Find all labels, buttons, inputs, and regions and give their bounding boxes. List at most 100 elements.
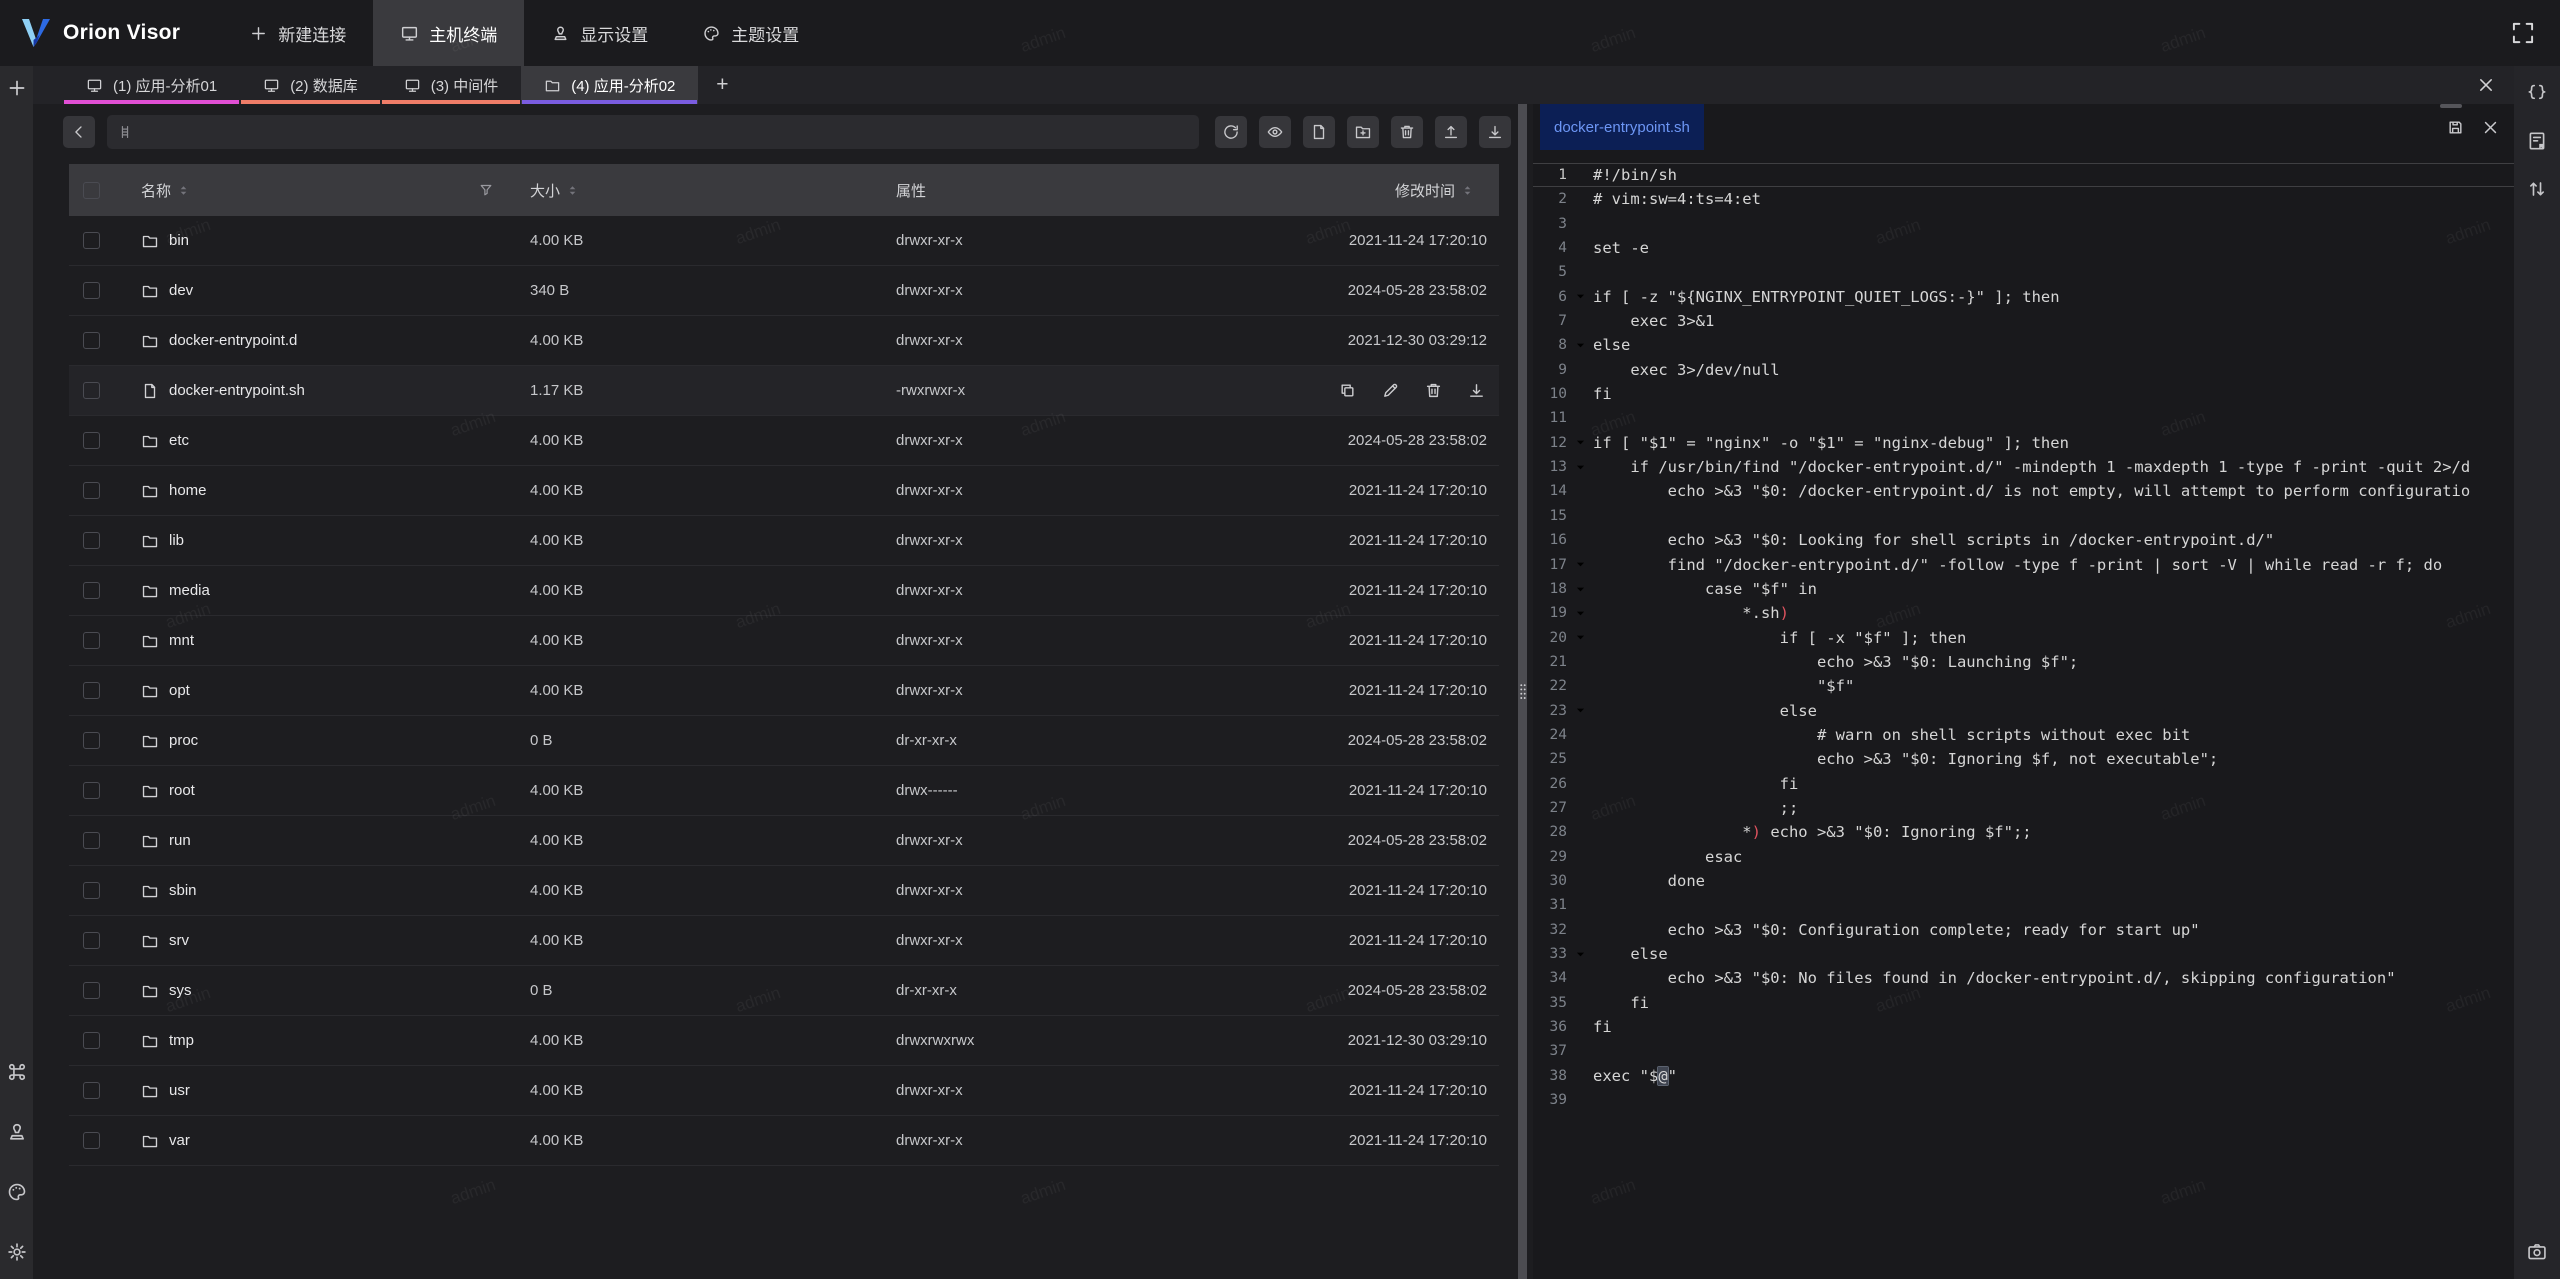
close-icon[interactable] (2481, 118, 2500, 137)
file-row-bin[interactable]: bin4.00 KBdrwxr-xr-x2021-11-24 17:20:10 (69, 216, 1499, 266)
row-checkbox[interactable] (83, 982, 100, 999)
row-checkbox[interactable] (83, 232, 100, 249)
row-checkbox[interactable] (83, 432, 100, 449)
row-checkbox[interactable] (83, 682, 100, 699)
code-line[interactable]: 15 (1533, 504, 2514, 528)
row-checkbox[interactable] (83, 1082, 100, 1099)
editor-file-tab[interactable]: docker-entrypoint.sh (1540, 104, 1704, 150)
code-line[interactable]: 18 case "$f" in (1533, 577, 2514, 601)
row-checkbox[interactable] (83, 582, 100, 599)
file-row-sbin[interactable]: sbin4.00 KBdrwxr-xr-x2021-11-24 17:20:10 (69, 866, 1499, 916)
code-line[interactable]: 17 find "/docker-entrypoint.d/" -follow … (1533, 553, 2514, 577)
column-header-attr[interactable]: 属性 (896, 180, 926, 201)
file-row-home[interactable]: home4.00 KBdrwxr-xr-x2021-11-24 17:20:10 (69, 466, 1499, 516)
file-name[interactable]: mnt (169, 632, 194, 649)
code-line[interactable]: 14 echo >&3 "$0: /docker-entrypoint.d/ i… (1533, 479, 2514, 503)
path-input-field[interactable] (141, 123, 1189, 141)
download-icon[interactable] (1467, 381, 1486, 400)
camera-icon[interactable] (2526, 1241, 2548, 1263)
trash-button[interactable] (1391, 116, 1423, 148)
column-header-name[interactable]: 名称 (141, 180, 171, 201)
row-checkbox[interactable] (83, 282, 100, 299)
code-line[interactable]: 6if [ -z "${NGINX_ENTRYPOINT_QUIET_LOGS:… (1533, 285, 2514, 309)
code-line[interactable]: 19 *.sh) (1533, 601, 2514, 625)
file-row-usr[interactable]: usr4.00 KBdrwxr-xr-x2021-11-24 17:20:10 (69, 1066, 1499, 1116)
sort-icon[interactable] (178, 183, 189, 198)
row-checkbox[interactable] (83, 482, 100, 499)
file-row-root[interactable]: root4.00 KBdrwx------2021-11-24 17:20:10 (69, 766, 1499, 816)
file-row-docker-entrypoint.d[interactable]: docker-entrypoint.d4.00 KBdrwxr-xr-x2021… (69, 316, 1499, 366)
file-row-mnt[interactable]: mnt4.00 KBdrwxr-xr-x2021-11-24 17:20:10 (69, 616, 1499, 666)
file-name[interactable]: etc (169, 432, 189, 449)
editor-body[interactable]: 1#!/bin/sh2# vim:sw=4:ts=4:et3 4set -e5 … (1533, 150, 2514, 1279)
file-row-proc[interactable]: proc0 Bdr-xr-xr-x2024-05-28 23:58:02 (69, 716, 1499, 766)
code-line[interactable]: 28 *) echo >&3 "$0: Ignoring $f";; (1533, 820, 2514, 844)
code-line[interactable]: 22 "$f" (1533, 674, 2514, 698)
code-line[interactable]: 33 else (1533, 942, 2514, 966)
sort-icon[interactable] (1462, 183, 1473, 198)
code-line[interactable]: 34 echo >&3 "$0: No files found in /dock… (1533, 966, 2514, 990)
code-line[interactable]: 12if [ "$1" = "nginx" -o "$1" = "nginx-d… (1533, 431, 2514, 455)
code-line[interactable]: 20 if [ -x "$f" ]; then (1533, 626, 2514, 650)
menu-item-host-terminal[interactable]: 主机终端 (373, 0, 524, 66)
file-name[interactable]: root (169, 782, 195, 799)
file-row-lib[interactable]: lib4.00 KBdrwxr-xr-x2021-11-24 17:20:10 (69, 516, 1499, 566)
fold-chevron-icon[interactable] (1567, 455, 1593, 479)
terminal-tab[interactable]: (1) 应用-分析01 (63, 66, 240, 104)
row-checkbox[interactable] (83, 832, 100, 849)
column-header-mtime[interactable]: 修改时间 (1395, 180, 1455, 201)
command-icon[interactable] (6, 1061, 28, 1083)
file-row-srv[interactable]: srv4.00 KBdrwxr-xr-x2021-11-24 17:20:10 (69, 916, 1499, 966)
file-name[interactable]: srv (169, 932, 189, 949)
code-line[interactable]: 2# vim:sw=4:ts=4:et (1533, 187, 2514, 211)
gear-icon[interactable] (6, 1241, 28, 1263)
code-line[interactable]: 21 echo >&3 "$0: Launching $f"; (1533, 650, 2514, 674)
file-name[interactable]: docker-entrypoint.d (169, 332, 297, 349)
file-name[interactable]: sys (169, 982, 192, 999)
code-line[interactable]: 1#!/bin/sh (1533, 163, 2514, 187)
close-icon[interactable] (2476, 75, 2496, 95)
save-icon[interactable] (2446, 118, 2465, 137)
file-row-etc[interactable]: etc4.00 KBdrwxr-xr-x2024-05-28 23:58:02 (69, 416, 1499, 466)
file-row-media[interactable]: media4.00 KBdrwxr-xr-x2021-11-24 17:20:1… (69, 566, 1499, 616)
new-folder-button[interactable] (1347, 116, 1379, 148)
download-button[interactable] (1479, 116, 1511, 148)
code-line[interactable]: 10fi (1533, 382, 2514, 406)
refresh-button[interactable] (1215, 116, 1247, 148)
file-row-var[interactable]: var4.00 KBdrwxr-xr-x2021-11-24 17:20:10 (69, 1116, 1499, 1166)
code-line[interactable]: 7 exec 3>&1 (1533, 309, 2514, 333)
filter-icon[interactable] (478, 182, 494, 198)
editor-scrollbar-thumb[interactable] (2440, 104, 2462, 108)
code-line[interactable]: 29 esac (1533, 845, 2514, 869)
file-name[interactable]: lib (169, 532, 184, 549)
fold-chevron-icon[interactable] (1567, 333, 1593, 357)
code-line[interactable]: 11 (1533, 406, 2514, 430)
new-tab-plus-icon[interactable] (6, 77, 28, 99)
row-checkbox[interactable] (83, 882, 100, 899)
menu-item-theme-settings[interactable]: 主题设置 (675, 0, 826, 66)
code-line[interactable]: 39 (1533, 1088, 2514, 1112)
fold-chevron-icon[interactable] (1567, 626, 1593, 650)
fullscreen-icon[interactable] (2510, 20, 2536, 46)
code-line[interactable]: 30 done (1533, 869, 2514, 893)
palette-icon[interactable] (6, 1181, 28, 1203)
code-line[interactable]: 4set -e (1533, 236, 2514, 260)
file-name[interactable]: usr (169, 1082, 190, 1099)
upload-button[interactable] (1435, 116, 1467, 148)
file-row-opt[interactable]: opt4.00 KBdrwxr-xr-x2021-11-24 17:20:10 (69, 666, 1499, 716)
fold-chevron-icon[interactable] (1567, 942, 1593, 966)
edit-icon[interactable] (1381, 381, 1400, 400)
row-checkbox[interactable] (83, 1132, 100, 1149)
fold-chevron-icon[interactable] (1567, 285, 1593, 309)
column-header-size[interactable]: 大小 (530, 180, 560, 201)
menu-item-new-connection[interactable]: 新建连接 (222, 0, 373, 66)
fold-chevron-icon[interactable] (1567, 431, 1593, 455)
menu-item-display-settings[interactable]: 显示设置 (524, 0, 675, 66)
doc-bookmark-icon[interactable] (2526, 130, 2548, 152)
back-button[interactable] (63, 116, 95, 148)
row-checkbox[interactable] (83, 1032, 100, 1049)
code-line[interactable]: 38exec "$@" (1533, 1064, 2514, 1088)
fold-chevron-icon[interactable] (1567, 577, 1593, 601)
code-line[interactable]: 16 echo >&3 "$0: Looking for shell scrip… (1533, 528, 2514, 552)
code-line[interactable]: 24 # warn on shell scripts without exec … (1533, 723, 2514, 747)
